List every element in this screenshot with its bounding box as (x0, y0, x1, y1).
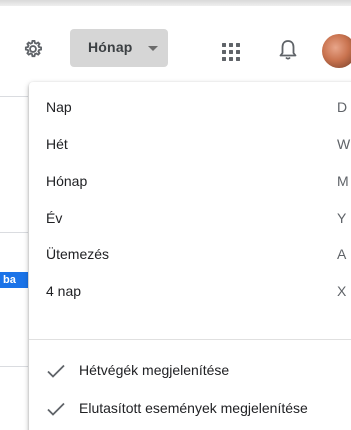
calendar-background (0, 84, 28, 430)
menu-item-year[interactable]: Év Y (29, 201, 351, 237)
menu-item-schedule[interactable]: Ütemezés A (29, 237, 351, 273)
menu-item-label: 4 nap (46, 283, 82, 299)
settings-gear-icon[interactable] (22, 38, 44, 60)
option-label: Elutasított események megjelenítése (79, 400, 308, 416)
menu-item-label: Hónap (46, 173, 88, 189)
option-show-weekends[interactable]: Hétvégék megjelenítése (29, 353, 351, 389)
calendar-page: Hónap ba Nap D Hét W Hónap M Év Y Ütemez… (0, 0, 351, 430)
menu-item-shortcut: M (337, 173, 349, 189)
menu-item-shortcut: Y (337, 210, 347, 226)
menu-item-4-days[interactable]: 4 nap X (29, 274, 351, 310)
header-bar: Hónap (0, 6, 351, 84)
grid-line (0, 232, 28, 233)
view-selector-label: Hónap (88, 39, 133, 55)
menu-item-label: Nap (46, 99, 72, 115)
menu-item-shortcut: A (337, 246, 347, 262)
view-selector-button[interactable]: Hónap (70, 29, 168, 67)
menu-item-label: Hét (46, 136, 68, 152)
apps-grid-icon[interactable] (221, 42, 241, 62)
avatar[interactable] (322, 34, 351, 68)
menu-item-label: Év (46, 210, 63, 226)
menu-item-month[interactable]: Hónap M (29, 164, 351, 200)
menu-item-shortcut: W (337, 136, 351, 152)
view-dropdown-menu: Nap D Hét W Hónap M Év Y Ütemezés A 4 na… (29, 82, 351, 430)
checkmark-icon (46, 363, 66, 379)
event-chip[interactable]: ba (0, 272, 28, 288)
grid-line (0, 96, 28, 97)
chevron-down-icon (148, 46, 158, 51)
menu-item-label: Ütemezés (46, 246, 110, 262)
menu-item-shortcut: X (337, 283, 347, 299)
menu-item-week[interactable]: Hét W (29, 127, 351, 163)
menu-item-shortcut: D (337, 99, 348, 115)
option-label: Hétvégék megjelenítése (79, 362, 230, 378)
option-show-declined-events[interactable]: Elutasított események megjelenítése (29, 391, 351, 427)
notification-bell-icon[interactable] (279, 39, 297, 61)
grid-line (0, 366, 28, 367)
menu-item-day[interactable]: Nap D (29, 90, 351, 126)
menu-divider (29, 339, 351, 340)
checkmark-icon (46, 401, 66, 417)
